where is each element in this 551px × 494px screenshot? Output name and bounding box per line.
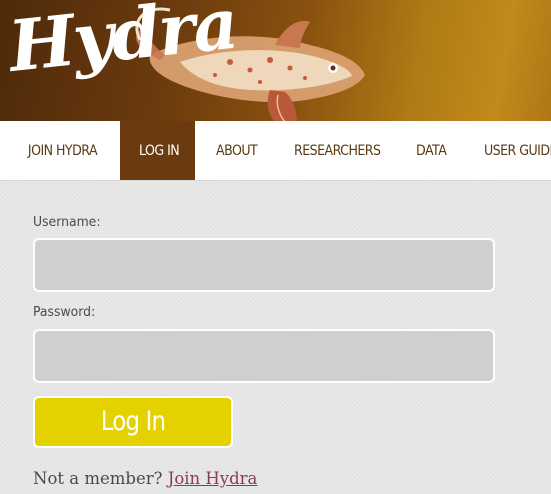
password-input[interactable] — [33, 329, 495, 383]
password-label: Password: — [33, 304, 96, 320]
username-input[interactable] — [33, 238, 495, 292]
log-in-button[interactable]: Log In — [33, 396, 233, 448]
nav-researchers[interactable]: RESEARCHERS — [294, 121, 381, 180]
nav-about[interactable]: ABOUT — [216, 121, 258, 180]
login-section: Username: Password: Log In Not a member?… — [0, 181, 551, 494]
nav-join-hydra[interactable]: JOIN HYDRA — [0, 121, 108, 180]
nav-data[interactable]: DATA — [416, 121, 447, 180]
nav-log-in[interactable]: LOG IN — [120, 121, 195, 180]
member-prompt-line: Not a member? Join Hydra — [33, 469, 257, 488]
header-banner: Hydra — [0, 0, 551, 121]
join-hydra-link[interactable]: Join Hydra — [168, 469, 258, 488]
main-nav: JOIN HYDRA LOG IN ABOUT RESEARCHERS DATA… — [0, 121, 551, 181]
log-in-button-label: Log In — [100, 406, 166, 437]
nav-user-guide[interactable]: USER GUIDE — [484, 121, 551, 180]
member-prompt-text: Not a member? — [33, 469, 163, 488]
username-label: Username: — [33, 214, 101, 230]
page: Hydra JOIN HYDRA LOG IN ABOUT RESEARCHER… — [0, 0, 551, 494]
